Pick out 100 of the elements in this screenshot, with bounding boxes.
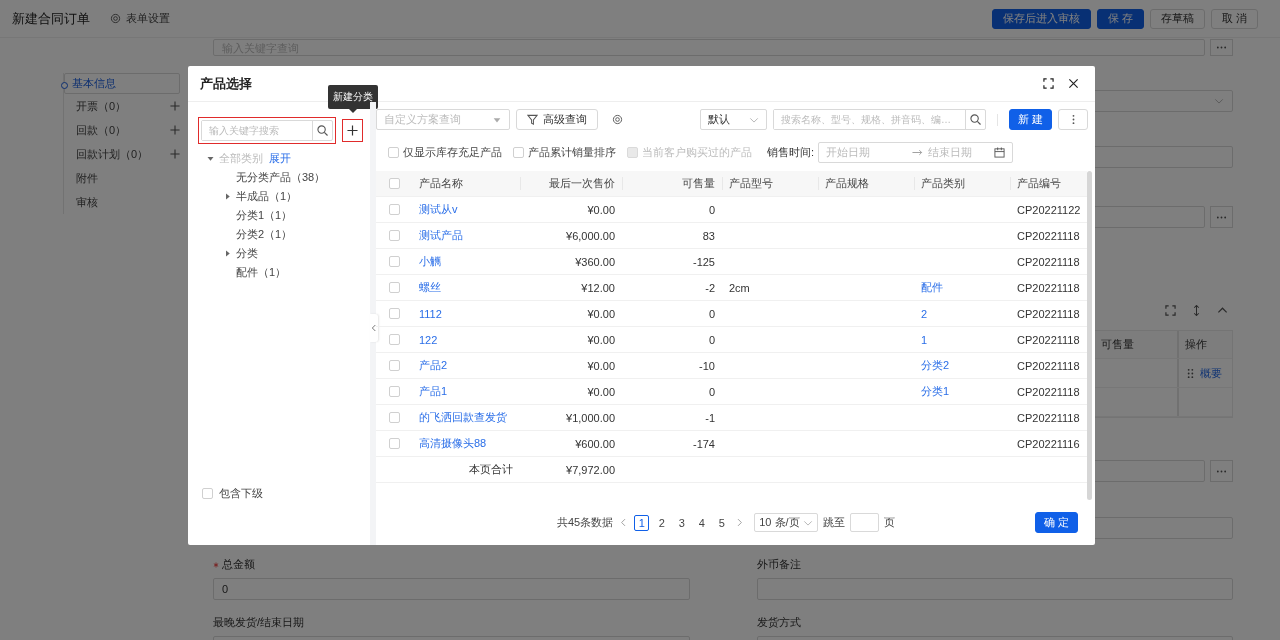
form-settings-link[interactable]: 表单设置 [110, 11, 170, 26]
table-cell: ¥360.00 [575, 255, 615, 268]
add-icon[interactable] [170, 125, 180, 135]
header-button[interactable]: 保 存 [1096, 8, 1144, 29]
collapse-handle[interactable] [370, 314, 378, 342]
category-link[interactable]: 配件 [921, 280, 943, 295]
page-button[interactable]: 1 [634, 514, 650, 531]
table-cell: ¥0.00 [587, 333, 615, 346]
field-label: 最晚发货/结束日期 [213, 615, 305, 630]
table-cell: CP20221118 [1017, 307, 1080, 320]
page-button[interactable]: 3 [674, 514, 690, 531]
more-button[interactable] [1210, 39, 1233, 56]
checkbox[interactable] [513, 147, 524, 158]
sort-icon[interactable] [1191, 305, 1202, 316]
more-button[interactable] [1058, 109, 1088, 130]
table-cell: -10 [699, 359, 715, 372]
header-button[interactable]: 保存后进入审核 [991, 8, 1091, 29]
product-link[interactable]: 产品1 [419, 384, 448, 399]
table-cell: CP20221118 [1017, 255, 1080, 268]
checkbox-label: 产品累计销量排序 [528, 145, 616, 160]
select-all-checkbox[interactable] [388, 178, 400, 189]
confirm-button[interactable]: 确 定 [1035, 512, 1078, 533]
product-link[interactable]: 小觽 [419, 254, 441, 269]
column-header: 最后一次售价 [520, 171, 622, 196]
settings-icon[interactable] [612, 114, 623, 125]
page-button[interactable]: 5 [714, 514, 730, 531]
page-button[interactable]: 4 [694, 514, 710, 531]
checkbox[interactable] [202, 488, 213, 499]
nav-item[interactable]: 回款计划（0） [76, 146, 149, 162]
table-cell: -125 [692, 255, 715, 268]
product-link[interactable]: 产品2 [419, 358, 448, 373]
category-link[interactable]: 分类1 [921, 384, 950, 399]
more-button[interactable] [1210, 460, 1233, 482]
column-header: 产品型号 [722, 171, 818, 196]
field-label: 外币备注 [756, 557, 801, 572]
nav-item[interactable]: 附件 [76, 170, 98, 186]
dialog-title: 产品选择 [200, 74, 252, 93]
nav-item[interactable]: 开票（0） [76, 98, 127, 114]
checkbox[interactable] [388, 412, 400, 423]
category-link[interactable]: 分类2 [921, 358, 950, 373]
page-size-dropdown[interactable]: 10 条/页 [754, 513, 819, 532]
checkbox[interactable] [388, 386, 400, 397]
product-link[interactable]: 高清摄像头88 [419, 436, 487, 451]
header-button[interactable]: 取 消 [1210, 8, 1258, 29]
checkbox[interactable] [388, 282, 400, 293]
add-icon[interactable] [170, 101, 180, 111]
checkbox[interactable] [388, 438, 400, 449]
product-link[interactable]: 测试从v [419, 202, 458, 217]
page-button[interactable]: 2 [654, 514, 670, 531]
product-link[interactable]: 122 [419, 333, 438, 346]
checkbox[interactable] [388, 147, 399, 158]
close-icon[interactable] [1068, 78, 1079, 89]
product-link[interactable]: 螺丝 [419, 280, 441, 295]
new-button[interactable]: 新 建 [1009, 109, 1052, 130]
checkbox[interactable] [388, 334, 400, 345]
checkbox[interactable] [388, 230, 400, 241]
sort-dropdown[interactable]: 默认 [700, 109, 767, 130]
page-unit-label: 页 [884, 515, 896, 530]
table-cell: ¥0.00 [587, 203, 615, 216]
more-button[interactable] [1210, 206, 1233, 228]
field-label: 总金额 [222, 557, 255, 572]
fullscreen-icon[interactable] [1043, 78, 1054, 89]
table-cell: ¥0.00 [587, 307, 615, 320]
advanced-search-button[interactable]: 高级查询 [516, 109, 598, 130]
page-input[interactable] [850, 513, 880, 532]
product-link[interactable]: 的飞洒回款查发货 [419, 410, 507, 425]
search-icon [317, 125, 328, 136]
table-cell: -1 [705, 411, 715, 424]
scrollbar[interactable] [1087, 171, 1092, 500]
checkbox[interactable] [388, 308, 400, 319]
column-header: 产品类别 [914, 171, 1010, 196]
next-page-icon[interactable] [735, 518, 745, 527]
summary-link[interactable]: 概要 [1185, 365, 1222, 381]
table-cell: CP20221122 [1017, 203, 1081, 216]
table-cell: CP20221118 [1017, 411, 1080, 424]
product-link[interactable]: 1112 [419, 307, 442, 320]
header-button[interactable]: 存草稿 [1149, 8, 1205, 29]
nav-item[interactable]: 审核 [76, 194, 98, 210]
checkbox[interactable] [388, 256, 400, 267]
table-cell: 0 [708, 385, 715, 398]
nav-item[interactable]: 回款（0） [76, 122, 127, 138]
checkbox-label: 包含下级 [219, 486, 263, 501]
column-header: 产品编号 [1010, 171, 1087, 196]
product-link[interactable]: 测试产品 [419, 228, 463, 243]
column-header: 可售量 [1100, 337, 1135, 352]
column-header: 操作 [1177, 331, 1232, 358]
table-cell: 0 [708, 307, 715, 320]
category-link[interactable]: 2 [921, 307, 928, 320]
search-field[interactable]: 输入关键字搜索 [201, 120, 333, 141]
checkbox[interactable] [388, 204, 400, 215]
table-cell: CP20221118 [1017, 333, 1080, 346]
table-cell: 0 [708, 203, 715, 216]
input-field[interactable]: 0 [213, 578, 690, 600]
checkbox[interactable] [388, 360, 400, 371]
column-header: 可售量 [622, 171, 722, 196]
add-icon[interactable] [170, 149, 180, 159]
field-label: 发货方式 [756, 615, 801, 630]
chevron-down-icon [1214, 96, 1224, 106]
table-cell: ¥1,000.00 [566, 411, 615, 424]
category-link[interactable]: 1 [921, 333, 928, 346]
